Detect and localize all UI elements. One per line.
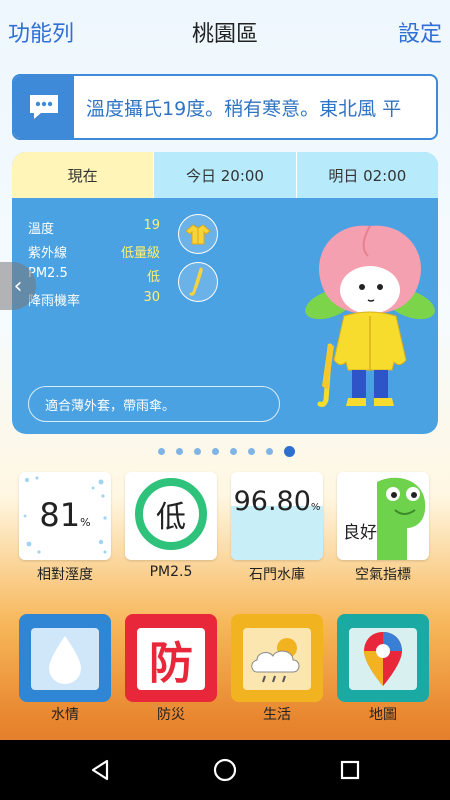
stat-value: 19 (143, 218, 160, 233)
forecast-tabs: 現在 今日 20:00 明日 02:00 (12, 152, 438, 198)
tab-tomorrow-0200[interactable]: 明日 02:00 (297, 152, 438, 198)
pm25-tile[interactable]: 低 PM2.5 (125, 472, 217, 580)
page-indicator (158, 446, 295, 457)
stat-uv: 紫外線 低量級 (28, 242, 160, 266)
humidity-tile[interactable]: 81% 相對溼度 (19, 472, 111, 584)
system-navigation-bar (0, 740, 450, 800)
stat-temperature: 溫度 19 (28, 218, 160, 242)
page-dot[interactable] (248, 448, 255, 455)
chevron-left-icon: ‹ (13, 273, 23, 299)
air-quality-label: 空氣指標 (355, 567, 411, 583)
top-bar: 功能列 桃園區 設定 (0, 0, 450, 64)
disaster-glyph: 防 (149, 638, 193, 689)
humidity-tile-box: 81% (19, 472, 111, 560)
page-dot[interactable] (266, 448, 273, 455)
disaster-feature-label: 防災 (157, 707, 185, 723)
weather-stats: 溫度 19 紫外線 低量級 PM2.5 低 降雨機率 30 (28, 218, 160, 314)
stat-value: 低量級 (120, 246, 160, 261)
humidity-label: 相對溼度 (37, 567, 93, 583)
water-drop-icon (19, 614, 111, 702)
humidity-value: 81 (39, 496, 81, 534)
page-dot[interactable] (212, 448, 219, 455)
pm25-label: PM2.5 (149, 564, 193, 580)
banner-message: 溫度攝氏19度。稍有寒意。東北風 平 (86, 98, 402, 120)
green-monster-icon (377, 477, 426, 560)
pm25-tile-box: 低 (125, 472, 217, 560)
stat-value: 30 (143, 290, 160, 305)
recents-square-icon (340, 760, 360, 780)
air-quality-tile[interactable]: 良好 空氣指標 (337, 472, 429, 584)
umbrella-icon (178, 262, 218, 302)
page-dot-active[interactable] (284, 446, 295, 457)
weather-cloud-icon (231, 614, 323, 702)
reservoir-tile-box: 96.80% (231, 472, 323, 560)
page-title: 桃園區 (191, 22, 258, 47)
home-circle-icon (213, 758, 237, 782)
pm25-value: 低 (156, 500, 186, 535)
reservoir-value: 96.80 (233, 486, 311, 517)
reservoir-label: 石門水庫 (249, 567, 305, 583)
jacket-icon (178, 214, 218, 254)
disaster-prevention-icon: 防 (125, 614, 217, 702)
map-feature-button[interactable]: 地圖 (337, 614, 429, 724)
disaster-feature-button[interactable]: 防 防災 (125, 614, 217, 724)
air-quality-tile-box: 良好 (337, 472, 429, 560)
reservoir-tile[interactable]: 96.80% 石門水庫 (231, 472, 323, 584)
stat-label: 溫度 (28, 222, 55, 237)
map-pin-icon (337, 614, 429, 702)
chat-bubble-icon (14, 76, 74, 138)
life-feature-label: 生活 (263, 707, 291, 723)
recents-button[interactable] (334, 754, 366, 786)
stat-rain-chance: 降雨機率 30 (28, 290, 160, 314)
home-button[interactable] (209, 754, 241, 786)
reservoir-unit: % (310, 502, 321, 513)
back-button[interactable] (84, 754, 116, 786)
map-feature-label: 地圖 (369, 707, 397, 723)
weather-message-banner[interactable]: 溫度攝氏19度。稍有寒意。東北風 平 (12, 74, 438, 140)
page-dot[interactable] (176, 448, 183, 455)
stat-label: 降雨機率 (28, 294, 81, 309)
peach-mascot-illustration (305, 225, 435, 407)
back-triangle-icon (91, 759, 109, 781)
humidity-unit: % (80, 516, 91, 529)
page-dot[interactable] (158, 448, 165, 455)
clothing-advice: 適合薄外套，帶雨傘。 (28, 386, 280, 422)
air-quality-value: 良好 (343, 523, 377, 543)
stat-pm25: PM2.5 低 (28, 266, 160, 290)
page-dot[interactable] (230, 448, 237, 455)
pm25-ring: 低 (135, 478, 207, 550)
water-feature-button[interactable]: 水情 (19, 614, 111, 724)
stat-label: 紫外線 (28, 246, 68, 261)
page-dot[interactable] (194, 448, 201, 455)
settings-button[interactable]: 設定 (398, 16, 442, 48)
tab-today-2000[interactable]: 今日 20:00 (154, 152, 297, 198)
tab-now[interactable]: 現在 (12, 152, 155, 198)
water-feature-label: 水情 (51, 707, 79, 723)
life-feature-button[interactable]: 生活 (231, 614, 323, 724)
weather-card: 現在 今日 20:00 明日 02:00 溫度 19 紫外線 低量級 PM2.5… (12, 152, 438, 434)
stat-value: 低 (146, 270, 160, 285)
